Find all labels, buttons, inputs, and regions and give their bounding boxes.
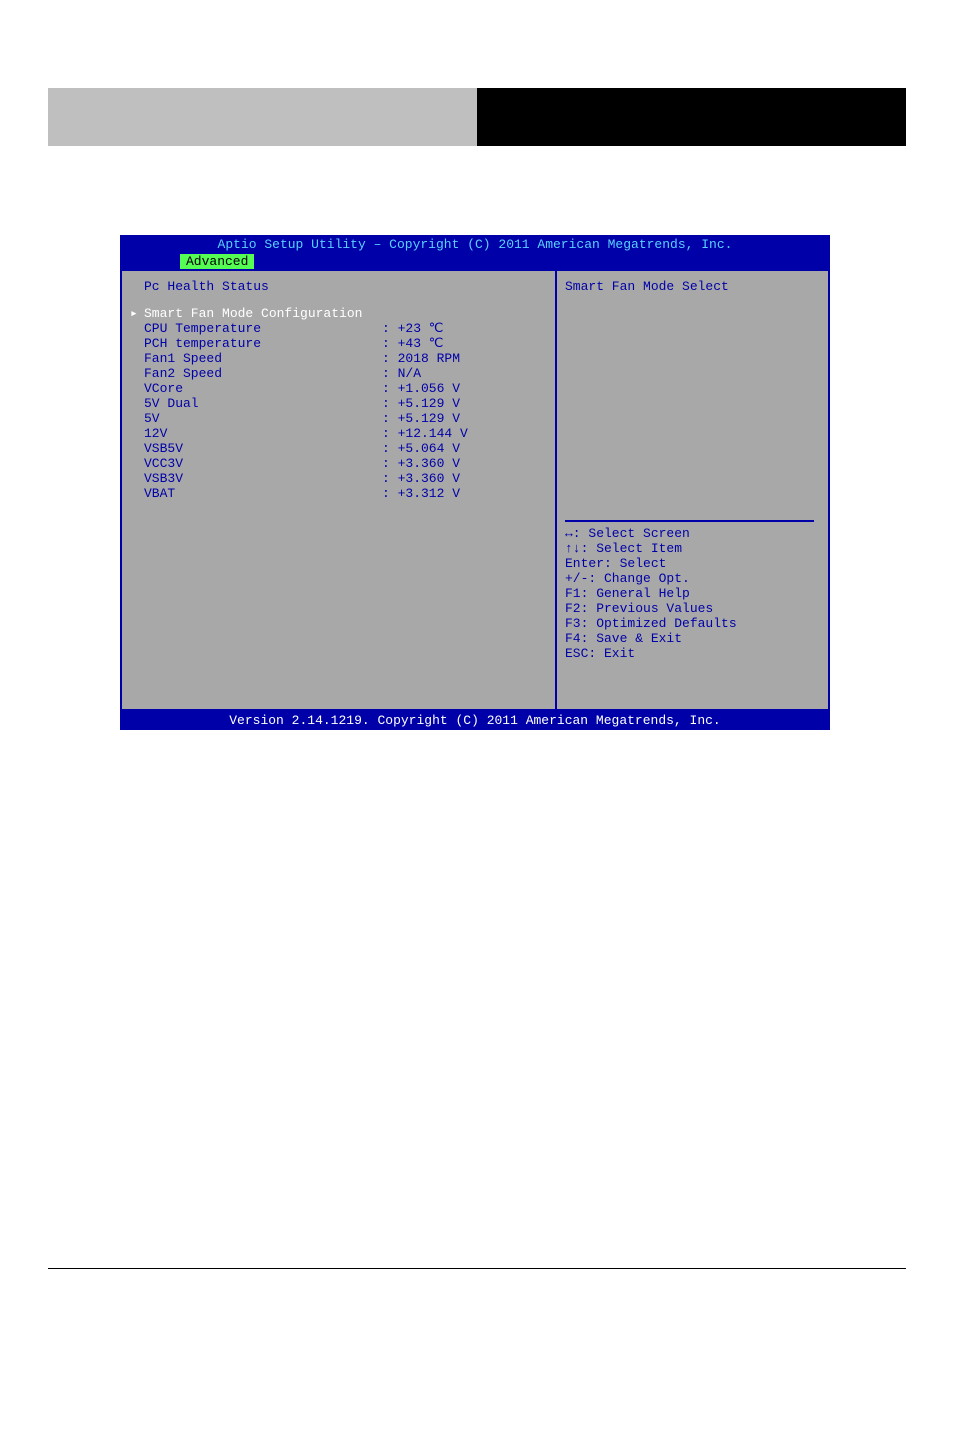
label: Fan1 Speed xyxy=(132,351,382,366)
hotkey-select-item: ↑↓: Select Item xyxy=(565,541,814,556)
row-vsb5v: VSB5V : +5.064 V xyxy=(132,441,545,456)
left-panel: Pc Health Status ▸ Smart Fan Mode Config… xyxy=(122,271,557,709)
row-fan2-speed: Fan2 Speed : N/A xyxy=(132,366,545,381)
value: : +3.312 V xyxy=(382,486,545,501)
row-12v: 12V : +12.144 V xyxy=(132,426,545,441)
label: VSB5V xyxy=(132,441,382,456)
value: : +12.144 V xyxy=(382,426,545,441)
hotkey-f4: F4: Save & Exit xyxy=(565,631,814,646)
hotkey-f3: F3: Optimized Defaults xyxy=(565,616,814,631)
value: : +5.129 V xyxy=(382,411,545,426)
tab-advanced[interactable]: Advanced xyxy=(180,254,254,269)
bios-body: Pc Health Status ▸ Smart Fan Mode Config… xyxy=(120,271,830,711)
bios-footer: Version 2.14.1219. Copyright (C) 2011 Am… xyxy=(120,711,830,730)
row-vsb3v: VSB3V : +3.360 V xyxy=(132,471,545,486)
label: 12V xyxy=(132,426,382,441)
hotkey-enter: Enter: Select xyxy=(565,556,814,571)
triangle-right-icon: ▸ xyxy=(130,306,138,321)
label: VSB3V xyxy=(132,471,382,486)
label: CPU Temperature xyxy=(132,321,382,336)
section-title: Pc Health Status xyxy=(132,279,545,294)
label: 5V Dual xyxy=(132,396,382,411)
tab-row: Advanced xyxy=(120,254,830,271)
spacer xyxy=(565,304,814,516)
row-vcore: VCore : +1.056 V xyxy=(132,381,545,396)
page-header-bar xyxy=(48,88,906,146)
bottom-spacer xyxy=(565,661,814,701)
hotkey-change-opt: +/-: Change Opt. xyxy=(565,571,814,586)
row-vbat: VBAT : +3.312 V xyxy=(132,486,545,501)
value: : 2018 RPM xyxy=(382,351,545,366)
value: : +1.056 V xyxy=(382,381,545,396)
hotkey-f2: F2: Previous Values xyxy=(565,601,814,616)
bios-window: Aptio Setup Utility – Copyright (C) 2011… xyxy=(120,235,830,730)
menu-smart-fan-mode[interactable]: ▸ Smart Fan Mode Configuration xyxy=(132,306,545,321)
label: VCore xyxy=(132,381,382,396)
header-gray xyxy=(48,88,477,146)
hotkey-select-screen: ↔: Select Screen xyxy=(565,526,814,541)
label: 5V xyxy=(132,411,382,426)
row-fan1-speed: Fan1 Speed : 2018 RPM xyxy=(132,351,545,366)
menu-label: Smart Fan Mode Configuration xyxy=(132,306,362,321)
bios-title: Aptio Setup Utility – Copyright (C) 2011… xyxy=(120,235,830,254)
label: VBAT xyxy=(132,486,382,501)
row-vcc3v: VCC3V : +3.360 V xyxy=(132,456,545,471)
value: : +43 ℃ xyxy=(382,336,545,351)
value: : N/A xyxy=(382,366,545,381)
label: VCC3V xyxy=(132,456,382,471)
value: : +3.360 V xyxy=(382,456,545,471)
label: PCH temperature xyxy=(132,336,382,351)
page-footer-line xyxy=(48,1268,906,1269)
value: : +5.129 V xyxy=(382,396,545,411)
right-panel: Smart Fan Mode Select ↔: Select Screen ↑… xyxy=(557,271,822,709)
hotkey-list: ↔: Select Screen ↑↓: Select Item Enter: … xyxy=(565,526,814,661)
header-black xyxy=(477,88,906,146)
row-cpu-temp: CPU Temperature : +23 ℃ xyxy=(132,321,545,336)
value: : +23 ℃ xyxy=(382,321,545,336)
help-title: Smart Fan Mode Select xyxy=(565,279,814,294)
label: Fan2 Speed xyxy=(132,366,382,381)
row-5v: 5V : +5.129 V xyxy=(132,411,545,426)
value: : +5.064 V xyxy=(382,441,545,456)
divider xyxy=(565,520,814,522)
row-pch-temp: PCH temperature : +43 ℃ xyxy=(132,336,545,351)
value: : +3.360 V xyxy=(382,471,545,486)
row-5v-dual: 5V Dual : +5.129 V xyxy=(132,396,545,411)
hotkey-esc: ESC: Exit xyxy=(565,646,814,661)
hotkey-f1: F1: General Help xyxy=(565,586,814,601)
